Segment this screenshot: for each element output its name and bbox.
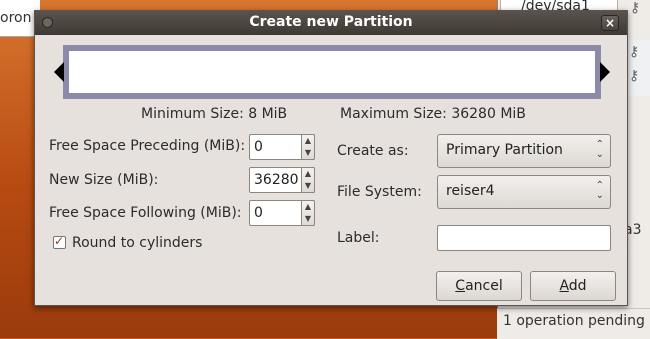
file-system-label: File System: (337, 184, 422, 200)
spin-down-icon[interactable]: ▼ (302, 180, 314, 192)
updown-chevron-icon: ⌃ ⌄ (595, 180, 604, 201)
spin-up-icon[interactable]: ▲ (302, 201, 314, 213)
cancel-button[interactable]: Cancel (436, 271, 522, 301)
resize-right-handle-icon[interactable] (600, 62, 610, 82)
status-bar-text: 1 operation pending (503, 313, 645, 329)
spin-down-icon[interactable]: ▼ (302, 147, 314, 159)
free-space-preceding-label: Free Space Preceding (MiB): (49, 138, 246, 154)
cancel-label: ancel (465, 278, 503, 294)
free-space-following-arrows[interactable]: ▲ ▼ (301, 200, 315, 226)
checkmark-icon: ✓ (54, 234, 65, 248)
round-to-cylinders-checkbox[interactable]: ✓ (53, 234, 66, 249)
spin-up-icon[interactable]: ▲ (302, 168, 314, 180)
spin-down-icon[interactable]: ▼ (302, 213, 314, 225)
label-input[interactable] (437, 225, 611, 251)
add-button[interactable]: Add (530, 271, 616, 301)
new-size-input[interactable] (252, 170, 302, 190)
create-partition-dialog: Create new Partition × Minimum Size: 8 M… (34, 10, 628, 306)
add-mnemonic: A (559, 278, 569, 294)
file-system-value: reiser4 (446, 183, 495, 199)
key-icon: ⚷ (629, 44, 640, 60)
new-size-label: New Size (MiB): (49, 172, 159, 188)
close-icon[interactable]: × (601, 15, 619, 31)
dialog-title: Create new Partition (249, 14, 413, 30)
background-left-text: oron (0, 10, 32, 26)
free-space-following-spinner[interactable]: ▲ ▼ (249, 200, 315, 226)
free-space-following-label: Free Space Following (MiB): (49, 205, 242, 221)
key-icon: ⚷ (629, 68, 640, 84)
updown-chevron-icon: ⌃ ⌄ (595, 139, 604, 160)
maximum-size-label: Maximum Size: 36280 MiB (340, 106, 526, 122)
new-size-arrows[interactable]: ▲ ▼ (301, 167, 315, 193)
free-space-following-input[interactable] (252, 203, 300, 223)
free-space-preceding-input[interactable] (252, 137, 300, 157)
free-space-preceding-arrows[interactable]: ▲ ▼ (301, 134, 315, 160)
free-space-preceding-spinner[interactable]: ▲ ▼ (249, 134, 315, 160)
partition-area (69, 51, 595, 93)
dialog-titlebar[interactable]: Create new Partition × (35, 11, 627, 35)
create-as-combo[interactable]: Primary Partition ⌃ ⌄ (437, 134, 611, 168)
label-field-label: Label: (337, 230, 380, 246)
add-label: dd (568, 278, 587, 294)
cancel-mnemonic: C (455, 278, 466, 294)
round-to-cylinders-label[interactable]: Round to cylinders (72, 235, 202, 251)
file-system-combo[interactable]: reiser4 ⌃ ⌄ (437, 175, 611, 209)
new-size-spinner[interactable]: ▲ ▼ (249, 167, 315, 193)
minimum-size-label: Minimum Size: 8 MiB (141, 106, 288, 122)
create-as-label: Create as: (337, 143, 409, 159)
resize-left-handle-icon[interactable] (54, 62, 64, 82)
key-icon: ⚷ (630, 0, 641, 16)
create-as-value: Primary Partition (446, 142, 563, 158)
spin-up-icon[interactable]: ▲ (302, 135, 314, 147)
partition-resize-graphic[interactable] (54, 45, 610, 99)
